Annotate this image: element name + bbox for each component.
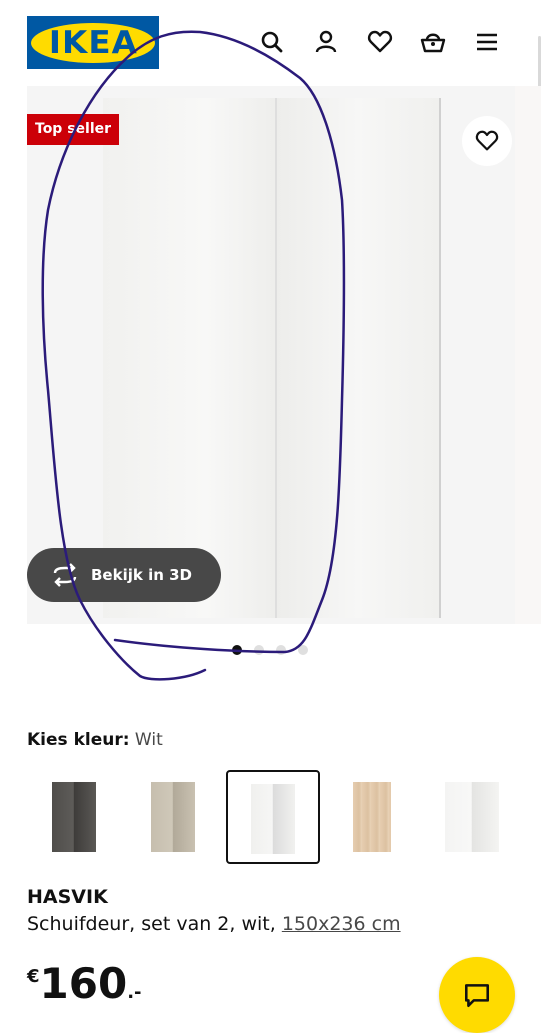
product-size-link[interactable]: 150x236 cm [282,913,401,935]
swatch-white-2[interactable] [425,770,519,864]
account-icon[interactable] [312,28,340,56]
top-seller-badge: Top seller [27,114,120,145]
price-integer: 160 [39,959,128,1008]
door-panel-right [277,98,441,618]
pagination-dot[interactable] [276,645,286,655]
color-label-value: Wit [134,730,163,750]
color-selector-label: Kies kleur: Wit [27,728,163,752]
pagination-dot[interactable] [232,645,242,655]
ikea-logo[interactable]: IKEA [27,16,159,69]
product-description-text: Schuifdeur, set van 2, wit, [27,913,282,935]
view-in-3d-button[interactable]: Bekijk in 3D [27,548,221,602]
product-price: € 160 .- [27,958,142,1010]
search-icon[interactable] [258,28,286,56]
rotate-3d-icon [53,563,77,587]
heart-icon [475,130,499,151]
color-label-key: Kies kleur: [27,730,130,750]
cart-icon[interactable] [419,28,447,56]
gallery-pagination[interactable] [232,645,308,655]
logo-text: IKEA [48,24,138,61]
next-product-image[interactable] [515,86,541,624]
add-to-favorites-button[interactable] [462,116,512,166]
swatch-white-selected[interactable] [226,770,320,864]
swatch-beige[interactable] [126,770,220,864]
door-panel-left [103,98,277,618]
price-decimal: .- [127,982,142,1003]
product-name: HASVIK [27,886,108,908]
product-description: Schuifdeur, set van 2, wit, 150x236 cm [27,913,401,935]
chat-icon [465,984,489,1007]
chat-button[interactable] [439,957,515,1033]
menu-icon[interactable] [473,28,501,56]
site-header: IKEA [0,0,541,86]
color-swatches [27,770,541,864]
pagination-dot[interactable] [254,645,264,655]
view-in-3d-label: Bekijk in 3D [91,566,192,584]
swatch-dark-grey[interactable] [27,770,121,864]
pagination-dot[interactable] [298,645,308,655]
swatch-white-stained-oak[interactable] [325,770,419,864]
price-currency: € [27,966,40,987]
logo-oval: IKEA [31,22,155,63]
product-image[interactable] [27,86,515,624]
favorites-icon[interactable] [366,28,394,56]
